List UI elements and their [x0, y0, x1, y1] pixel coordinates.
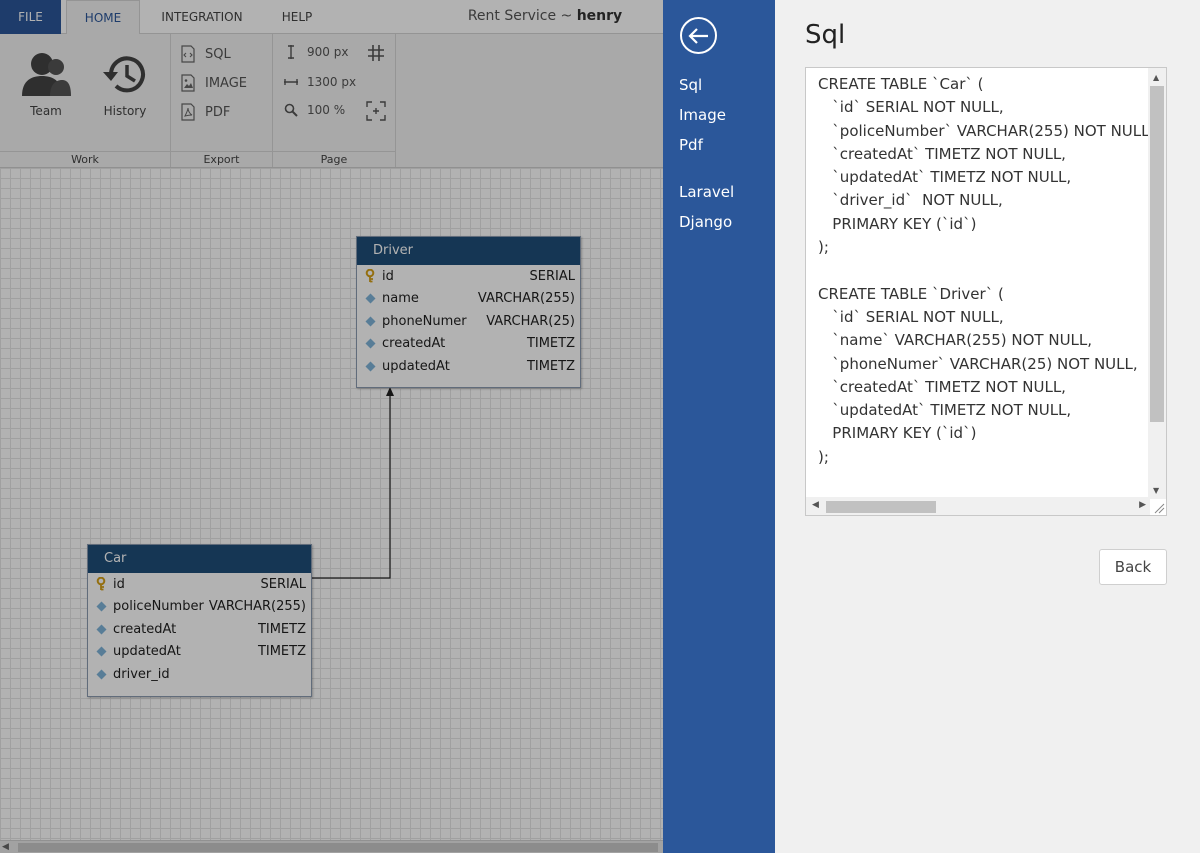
- sidenav-item-sql[interactable]: Sql: [679, 76, 702, 94]
- sql-vertical-scrollbar[interactable]: ▲ ▼: [1148, 68, 1166, 499]
- sql-code[interactable]: CREATE TABLE `Car` ( `id` SERIAL NOT NUL…: [818, 73, 1154, 469]
- scroll-up-icon[interactable]: ▲: [1153, 73, 1159, 82]
- sidenav-item-pdf[interactable]: Pdf: [679, 136, 703, 154]
- sidenav-item-django[interactable]: Django: [679, 213, 732, 231]
- sql-horizontal-scrollbar[interactable]: ◀ ▶: [806, 497, 1150, 515]
- scroll-right-icon[interactable]: ▶: [1139, 500, 1146, 510]
- back-arrow-icon: [687, 27, 708, 44]
- panel-title: Sql: [805, 20, 846, 50]
- export-sidenav: Sql Image Pdf Laravel Django: [663, 0, 775, 853]
- back-button[interactable]: Back: [1099, 549, 1167, 585]
- sidenav-item-laravel[interactable]: Laravel: [679, 183, 734, 201]
- back-arrow-button[interactable]: [680, 17, 717, 54]
- scroll-down-icon[interactable]: ▼: [1153, 486, 1159, 495]
- sql-output-textarea[interactable]: CREATE TABLE `Car` ( `id` SERIAL NOT NUL…: [805, 67, 1167, 516]
- modal-backdrop[interactable]: [0, 0, 663, 853]
- scroll-left-icon[interactable]: ◀: [812, 500, 819, 510]
- sql-export-panel: Sql CREATE TABLE `Car` ( `id` SERIAL NOT…: [775, 0, 1200, 853]
- resize-grip-icon[interactable]: [1151, 500, 1165, 514]
- sql-hscroll-thumb[interactable]: [826, 501, 936, 513]
- sql-vscroll-thumb[interactable]: [1150, 86, 1164, 422]
- sidenav-item-image[interactable]: Image: [679, 106, 726, 124]
